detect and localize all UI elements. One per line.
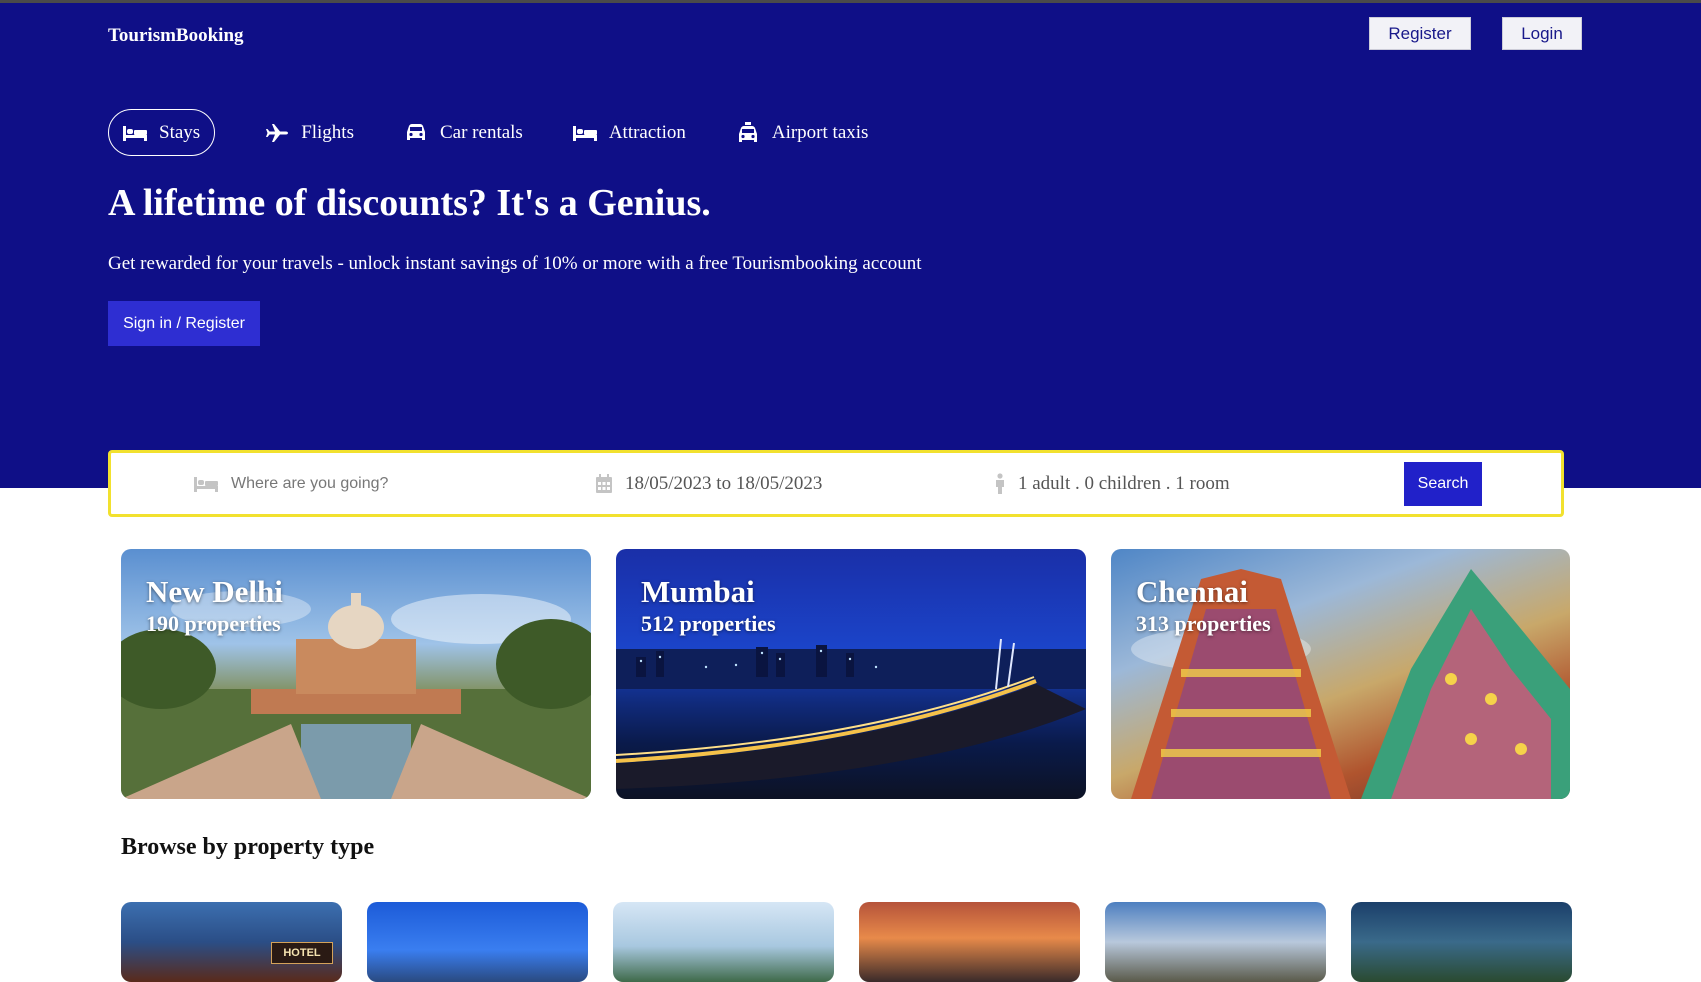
city-name: New Delhi [146, 574, 283, 609]
bed-icon [121, 123, 149, 143]
property-type-card[interactable] [613, 902, 834, 982]
property-type-card[interactable] [859, 902, 1080, 982]
date-range-field[interactable]: 18/05/2023 to 18/05/2023 [595, 453, 822, 514]
city-property-count: 190 properties [146, 611, 281, 636]
hero-description: Get rewarded for your travels - unlock i… [108, 253, 922, 274]
search-button[interactable]: Search [1404, 462, 1482, 506]
hero-title: A lifetime of discounts? It's a Genius. [108, 182, 711, 224]
tab-label: Car rentals [440, 121, 523, 143]
property-type-card[interactable] [1351, 902, 1572, 982]
search-bar: Where are you going? 18/05/2023 to 18/05… [108, 450, 1564, 517]
city-card-mumbai[interactable]: Mumbai 512 properties [616, 549, 1086, 799]
tab-attraction[interactable]: Attraction [571, 109, 686, 156]
date-range-value: 18/05/2023 to 18/05/2023 [625, 472, 823, 494]
tab-label: Stays [159, 121, 201, 143]
property-type-card[interactable] [1105, 902, 1326, 982]
city-property-count: 512 properties [641, 611, 776, 636]
car-icon [402, 123, 430, 143]
tab-stays[interactable]: Stays [108, 109, 216, 156]
browse-property-type-title: Browse by property type [121, 834, 375, 860]
property-type-card-hotel[interactable]: HOTEL [121, 902, 342, 982]
sign-in-register-button[interactable]: Sign in / Register [108, 301, 260, 346]
service-tabs: Stays Flights Car rentals Attraction Air… [108, 109, 868, 156]
login-button[interactable]: Login [1502, 17, 1582, 50]
hero-banner: TourismBooking Register Login Stays Flig… [0, 3, 1701, 488]
city-card-chennai[interactable]: Chennai 313 properties [1111, 549, 1570, 799]
register-button[interactable]: Register [1369, 17, 1471, 50]
plane-icon [263, 123, 291, 143]
city-card-new-delhi[interactable]: New Delhi 190 properties [121, 549, 591, 799]
city-name: Mumbai [641, 574, 755, 609]
hotel-sign: HOTEL [271, 942, 333, 964]
city-name: Chennai [1136, 574, 1248, 609]
calendar-icon [595, 473, 613, 494]
tab-flights[interactable]: Flights [263, 109, 354, 156]
city-property-count: 313 properties [1136, 611, 1271, 636]
tab-car-rentals[interactable]: Car rentals [402, 109, 523, 156]
tab-label: Airport taxis [771, 121, 869, 143]
destination-input[interactable]: Where are you going? [193, 453, 388, 514]
bed-icon [571, 123, 599, 143]
tab-label: Attraction [608, 121, 686, 143]
guests-field[interactable]: 1 adult . 0 children . 1 room [994, 453, 1230, 514]
bed-icon [193, 475, 219, 493]
guests-value: 1 adult . 0 children . 1 room [1018, 472, 1230, 494]
property-type-card[interactable] [367, 902, 588, 982]
taxi-icon [734, 121, 762, 143]
tab-label: Flights [301, 121, 354, 143]
tab-airport-taxis[interactable]: Airport taxis [734, 109, 869, 156]
person-icon [994, 472, 1006, 495]
destination-placeholder: Where are you going? [231, 474, 389, 492]
site-logo[interactable]: TourismBooking [108, 25, 244, 47]
